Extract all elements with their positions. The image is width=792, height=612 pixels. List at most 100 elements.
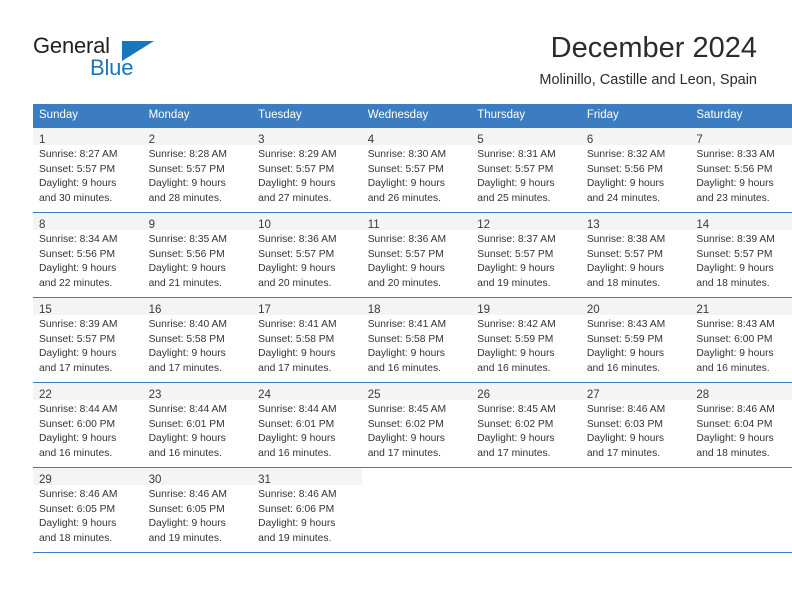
calendar-day-cell[interactable]: 19 Sunrise: 8:42 AM Sunset: 5:59 PM Dayligh… <box>471 297 581 383</box>
calendar-day-cell[interactable]: 1 Sunrise: 8:27 AM Sunset: 5:57 PM Daylight… <box>33 127 143 213</box>
day-info: Sunrise: 8:35 AM Sunset: 5:56 PM Daylight:… <box>143 230 253 291</box>
day-number: 10 <box>258 219 271 231</box>
sunrise-text: Sunrise: 8:42 AM <box>477 319 556 330</box>
day-number-band: 6 <box>580 128 691 146</box>
sunset-text: Sunset: 5:57 PM <box>367 248 444 260</box>
calendar-day-cell[interactable]: 11 Sunrise: 8:36 AM Sunset: 5:57 PM Dayligh… <box>361 212 472 298</box>
calendar-day-cell[interactable]: 22 Sunrise: 8:44 AM Sunset: 6:00 PM Dayligh… <box>33 382 143 468</box>
sunset-text: Sunset: 5:57 PM <box>696 248 773 260</box>
sunset-text: Sunset: 6:00 PM <box>39 418 116 430</box>
calendar-day-cell[interactable]: 3 Sunrise: 8:29 AM Sunset: 5:57 PM Daylight… <box>252 127 362 213</box>
daylight-text-line2: and 27 minutes. <box>258 192 332 204</box>
location-subtitle: Molinillo, Castille and Leon, Spain <box>539 72 757 88</box>
day-number-band: 31 <box>252 468 362 486</box>
day-info: Sunrise: 8:40 AM Sunset: 5:58 PM Daylight:… <box>143 315 253 376</box>
weekday-header-tuesday: Tuesday <box>252 104 362 128</box>
day-number-band: 24 <box>252 383 362 401</box>
daylight-text-line1: Daylight: 9 hours <box>39 348 117 360</box>
daylight-text-line2: and 18 minutes. <box>696 447 770 459</box>
daylight-text-line1: Daylight: 9 hours <box>39 178 117 190</box>
calendar-day-cell[interactable]: 29 Sunrise: 8:46 AM Sunset: 6:05 PM Dayligh… <box>33 467 143 553</box>
day-info: Sunrise: 8:46 AM Sunset: 6:06 PM Daylight:… <box>252 485 362 546</box>
day-info: Sunrise: 8:42 AM Sunset: 5:59 PM Daylight:… <box>471 315 581 376</box>
calendar-day-cell[interactable]: 30 Sunrise: 8:46 AM Sunset: 6:05 PM Dayligh… <box>142 467 253 553</box>
daylight-text-line1: Daylight: 9 hours <box>258 263 336 275</box>
day-number-band: 30 <box>142 468 253 486</box>
calendar-day-cell[interactable]: 4 Sunrise: 8:30 AM Sunset: 5:57 PM Daylight… <box>361 127 472 213</box>
day-number: 30 <box>148 474 162 486</box>
daylight-text-line2: and 16 minutes. <box>696 362 770 374</box>
sunrise-text: Sunrise: 8:36 AM <box>367 234 447 245</box>
daylight-text-line1: Daylight: 9 hours <box>477 263 555 275</box>
day-number: 11 <box>367 219 380 231</box>
calendar-day-cell[interactable]: 15 Sunrise: 8:39 AM Sunset: 5:57 PM Dayligh… <box>33 297 143 383</box>
calendar-day-cell[interactable]: 7 Sunrise: 8:33 AM Sunset: 5:56 PM Daylight… <box>690 127 792 213</box>
calendar-day-cell[interactable]: 13 Sunrise: 8:38 AM Sunset: 5:57 PM Dayligh… <box>580 212 691 298</box>
day-info: Sunrise: 8:29 AM Sunset: 5:57 PM Daylight:… <box>252 145 362 206</box>
calendar-day-cell[interactable]: 23 Sunrise: 8:44 AM Sunset: 6:01 PM Dayligh… <box>142 382 253 468</box>
calendar-day-cell[interactable]: 28 Sunrise: 8:46 AM Sunset: 6:04 PM Dayligh… <box>690 382 792 468</box>
daylight-text-line2: and 19 minutes. <box>148 532 222 544</box>
daylight-text-line1: Daylight: 9 hours <box>696 178 774 190</box>
day-number-band: 23 <box>142 383 253 401</box>
day-number-band: 12 <box>471 213 581 231</box>
day-number: 5 <box>477 134 484 146</box>
sunrise-text: Sunrise: 8:31 AM <box>477 149 556 160</box>
calendar-table: Sunday Monday Tuesday Wednesday Thursday… <box>33 104 792 553</box>
day-info: Sunrise: 8:46 AM Sunset: 6:03 PM Daylight:… <box>581 400 691 461</box>
sunset-text: Sunset: 5:57 PM <box>258 248 335 260</box>
sunset-text: Sunset: 5:58 PM <box>148 333 225 345</box>
sunrise-text: Sunrise: 8:33 AM <box>696 149 775 160</box>
sunrise-text: Sunrise: 8:41 AM <box>367 319 447 330</box>
calendar-page: General Blue December 2024 Molinillo, Ca… <box>0 0 792 612</box>
sunrise-text: Sunrise: 8:27 AM <box>39 149 118 160</box>
sunrise-text: Sunrise: 8:40 AM <box>148 319 227 330</box>
generalblue-logo[interactable]: General Blue <box>33 33 213 81</box>
daylight-text-line2: and 17 minutes. <box>39 362 113 374</box>
calendar-day-cell[interactable]: 14 Sunrise: 8:39 AM Sunset: 5:57 PM Dayligh… <box>690 212 792 298</box>
sunset-text: Sunset: 5:56 PM <box>39 248 116 260</box>
calendar-day-cell[interactable]: 27 Sunrise: 8:46 AM Sunset: 6:03 PM Dayligh… <box>580 382 691 468</box>
day-number: 4 <box>367 134 375 146</box>
sunset-text: Sunset: 5:57 PM <box>39 163 116 175</box>
calendar-day-cell[interactable]: 2 Sunrise: 8:28 AM Sunset: 5:57 PM Daylight… <box>142 127 253 213</box>
daylight-text-line1: Daylight: 9 hours <box>586 178 665 190</box>
calendar-day-cell[interactable]: 17 Sunrise: 8:41 AM Sunset: 5:58 PM Dayligh… <box>252 297 362 383</box>
daylight-text-line2: and 19 minutes. <box>258 532 332 544</box>
daylight-text-line2: and 26 minutes. <box>367 192 441 204</box>
calendar-day-cell[interactable]: 10 Sunrise: 8:36 AM Sunset: 5:57 PM Dayligh… <box>252 212 362 298</box>
calendar-day-cell[interactable]: 12 Sunrise: 8:37 AM Sunset: 5:57 PM Dayligh… <box>471 212 581 298</box>
calendar-day-cell[interactable]: 16 Sunrise: 8:40 AM Sunset: 5:58 PM Dayligh… <box>142 297 253 383</box>
day-number: 12 <box>477 219 491 231</box>
sunset-text: Sunset: 6:04 PM <box>696 418 773 430</box>
calendar-day-cell[interactable]: 18 Sunrise: 8:41 AM Sunset: 5:58 PM Dayligh… <box>361 297 472 383</box>
sunrise-text: Sunrise: 8:43 AM <box>586 319 666 330</box>
calendar-day-cell[interactable]: 9 Sunrise: 8:35 AM Sunset: 5:56 PM Daylight… <box>142 212 253 298</box>
calendar-day-cell[interactable]: 6 Sunrise: 8:32 AM Sunset: 5:56 PM Daylight… <box>580 127 691 213</box>
sunrise-text: Sunrise: 8:43 AM <box>696 319 775 330</box>
calendar-day-cell[interactable]: 31 Sunrise: 8:46 AM Sunset: 6:06 PM Dayligh… <box>252 467 362 553</box>
day-info: Sunrise: 8:41 AM Sunset: 5:58 PM Daylight:… <box>362 315 472 376</box>
calendar-day-cell[interactable]: 25 Sunrise: 8:45 AM Sunset: 6:02 PM Dayligh… <box>361 382 472 468</box>
day-number: 8 <box>39 219 46 231</box>
day-number: 19 <box>477 304 491 316</box>
day-info: Sunrise: 8:34 AM Sunset: 5:56 PM Daylight:… <box>33 230 143 291</box>
day-info: Sunrise: 8:45 AM Sunset: 6:02 PM Daylight:… <box>471 400 581 461</box>
day-number-band: 9 <box>142 213 253 231</box>
calendar-day-cell[interactable]: 8 Sunrise: 8:34 AM Sunset: 5:56 PM Daylight… <box>33 212 143 298</box>
daylight-text-line2: and 16 minutes. <box>367 362 441 374</box>
calendar-day-cell[interactable]: 20 Sunrise: 8:43 AM Sunset: 5:59 PM Dayligh… <box>580 297 691 383</box>
calendar-day-cell[interactable]: 5 Sunrise: 8:31 AM Sunset: 5:57 PM Daylight… <box>471 127 581 213</box>
sunrise-text: Sunrise: 8:44 AM <box>39 404 118 415</box>
sunset-text: Sunset: 5:56 PM <box>696 163 773 175</box>
calendar-day-cell[interactable]: 21 Sunrise: 8:43 AM Sunset: 6:00 PM Dayligh… <box>690 297 792 383</box>
day-number-band: 10 <box>252 213 362 231</box>
daylight-text-line1: Daylight: 9 hours <box>586 263 665 275</box>
day-info: Sunrise: 8:46 AM Sunset: 6:05 PM Daylight:… <box>33 485 143 546</box>
daylight-text-line2: and 28 minutes. <box>148 192 222 204</box>
calendar-day-cell[interactable]: 26 Sunrise: 8:45 AM Sunset: 6:02 PM Dayligh… <box>471 382 581 468</box>
day-info: Sunrise: 8:36 AM Sunset: 5:57 PM Daylight:… <box>252 230 362 291</box>
title-block: December 2024 Molinillo, Castille and Le… <box>539 30 757 90</box>
calendar-day-cell[interactable]: 24 Sunrise: 8:44 AM Sunset: 6:01 PM Dayligh… <box>252 382 362 468</box>
sunset-text: Sunset: 5:56 PM <box>586 163 663 175</box>
